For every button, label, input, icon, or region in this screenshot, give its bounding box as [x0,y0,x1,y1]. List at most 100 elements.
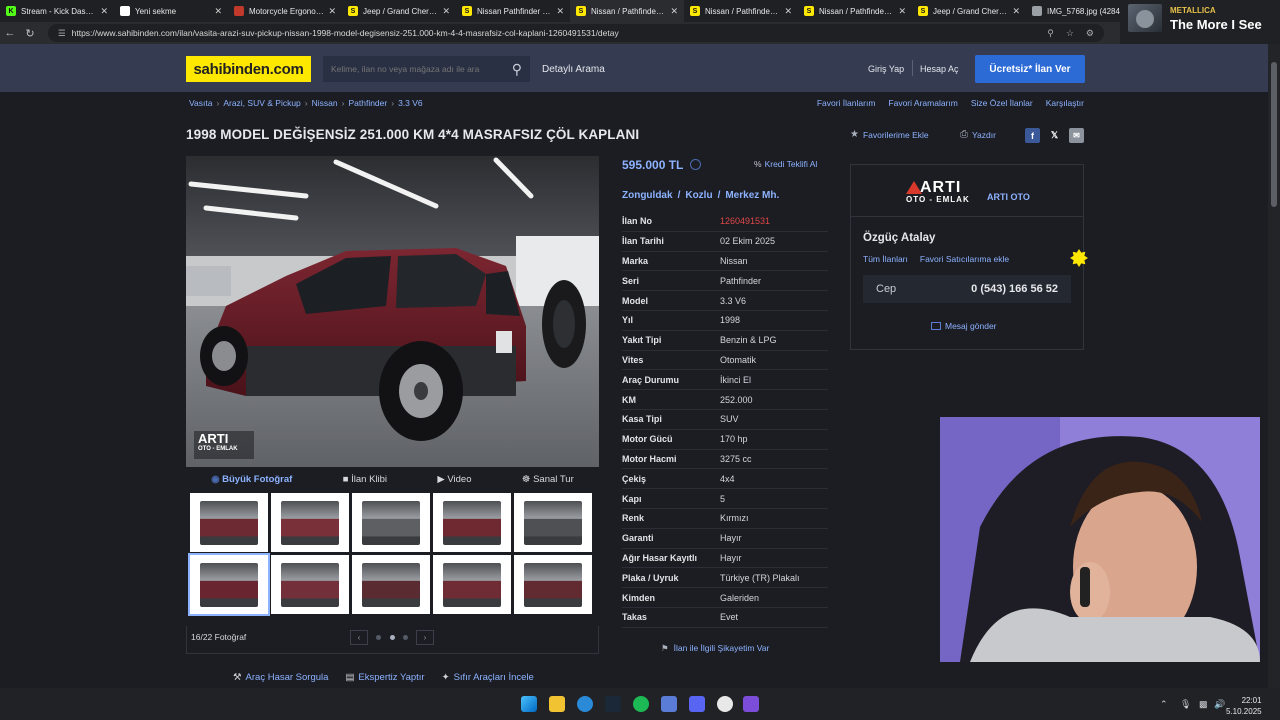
location-district[interactable]: Kozlu [685,190,712,201]
url-field[interactable]: ☰ https://www.sahibinden.com/ilan/vasita… [48,24,1104,42]
photo-thumbnail[interactable] [514,493,592,552]
tab-big-photo[interactable]: ◉ Büyük Fotoğraf [211,474,292,485]
top-link[interactable]: Karşılaştır [1046,98,1084,108]
microphone-icon[interactable]: 🎙 [1180,699,1191,710]
tab-close-icon[interactable]: ✕ [214,6,222,17]
tab-video[interactable]: ▶ Video [437,474,471,485]
site-logo[interactable]: sahibinden.com [186,56,311,82]
photo-thumbnail[interactable] [190,493,268,552]
browser-tab[interactable]: Yeni sekme ✕ [114,0,228,22]
tab-close-icon[interactable]: ✕ [328,6,336,17]
volume-icon[interactable]: 🔊 [1214,699,1225,710]
network-icon[interactable]: ▩ [1199,699,1208,710]
seller-all-listings-link[interactable]: Tüm İlanları [863,254,908,264]
add-favorite-button[interactable]: ★ Favorilerime Ekle [850,129,929,140]
tab-virtual-tour[interactable]: ☸ Sanal Tur [522,474,574,485]
edge-browser-icon[interactable] [577,696,593,712]
login-link[interactable]: Giriş Yap [868,64,904,74]
location-city[interactable]: Zonguldak [622,190,673,201]
browser-tab[interactable]: S Nissan / Pathfinder / 3. ✕ [798,0,912,22]
breadcrumb-item[interactable]: Nissan [312,98,338,108]
page-scrollbar[interactable] [1268,44,1280,688]
mail-share-icon[interactable]: ✉ [1069,128,1084,143]
tab-close-icon[interactable]: ✕ [1012,6,1020,17]
photo-thumbnail[interactable] [271,555,349,614]
location-neighborhood[interactable]: Merkez Mh. [725,190,779,201]
photo-thumbnail[interactable] [514,555,592,614]
breadcrumb-item[interactable]: Pathfinder [348,98,387,108]
browser-tab[interactable]: S Jeep / Grand Cheroke ✕ [912,0,1026,22]
system-clock[interactable]: 22:01 5.10.2025 [1226,695,1262,717]
favorite-seller-link[interactable]: Favori Satıcılarıma ekle [920,254,1009,264]
browser-tab[interactable]: K Stream - Kick Dashboa ✕ [0,0,114,22]
search-input[interactable] [331,64,501,74]
bookmark-star-icon[interactable]: ☆ [1066,28,1074,39]
main-photo[interactable]: ARTI OTO - EMLAK [186,156,599,467]
app-icon[interactable] [661,696,677,712]
facebook-share-icon[interactable]: f [1025,128,1040,143]
browser-tab[interactable]: S Nissan / Pathfinder / 3. ✕ [684,0,798,22]
phone-number[interactable]: 0 (543) 166 56 52 [971,283,1058,295]
prev-page-icon[interactable]: ‹ [350,629,368,645]
tab-close-icon[interactable]: ✕ [556,6,564,17]
search-icon[interactable]: ⚲ [512,61,522,78]
top-link[interactable]: Size Özel İlanlar [971,98,1033,108]
top-link[interactable]: Favori Aramalarım [888,98,957,108]
photo-thumbnail[interactable] [433,555,511,614]
file-explorer-icon[interactable] [549,696,565,712]
report-link[interactable]: ⚑ İlan ile İlgili Şikayetim Var [661,643,769,654]
windows-start-icon[interactable] [521,696,537,712]
print-button[interactable]: ⎙ Yazdır [960,129,996,140]
scrollbar-thumb[interactable] [1271,62,1277,207]
spotify-icon[interactable] [633,696,649,712]
detail-row: Motor Hacmi 3275 cc [622,450,828,470]
advanced-search-link[interactable]: Detaylı Arama [542,64,605,75]
discord-icon[interactable] [689,696,705,712]
photo-thumbnail[interactable] [271,493,349,552]
tray-chevron-icon[interactable]: ⌃ [1160,699,1168,710]
location: Zonguldak / Kozlu / Merkez Mh. [622,190,780,201]
tab-close-icon[interactable]: ✕ [100,6,108,17]
tab-close-icon[interactable]: ✕ [898,6,906,17]
photo-thumbnail[interactable] [352,555,430,614]
new-cars-link[interactable]: ✦ Sıfır Araçları İncele [442,672,534,683]
photo-thumbnail[interactable] [188,553,270,616]
breadcrumb-item[interactable]: 3.3 V6 [398,98,423,108]
browser-tab[interactable]: S Jeep / Grand Cheroke ✕ [342,0,456,22]
photo-thumbnail[interactable] [433,493,511,552]
store-name[interactable]: ARTI OTO [987,192,1030,202]
photo-thumbnail[interactable] [352,493,430,552]
pager-dot-active[interactable] [389,634,395,640]
browser-tab[interactable]: S Nissan Pathfinder 3.3 V✕ [456,0,570,22]
steam-icon[interactable] [605,696,621,712]
site-info-icon[interactable]: ☰ [58,28,66,39]
tab-close-icon[interactable]: ✕ [442,6,450,17]
tab-listing-clip[interactable]: ■ İlan Klibi [343,474,387,485]
register-link[interactable]: Hesap Aç [920,64,959,74]
zoom-icon[interactable]: ⚲ [1047,28,1054,39]
damage-query-link[interactable]: ⚒ Araç Hasar Sorgula [233,672,328,683]
reload-icon[interactable]: ↻ [20,27,40,40]
browser-tab[interactable]: S Nissan / Pathfinder / 3. ✕ [570,0,684,22]
price-info-icon[interactable] [690,159,701,170]
expertise-link[interactable]: ▤ Ekspertiz Yaptır [345,672,424,683]
x-share-icon[interactable]: 𝕏 [1047,128,1062,143]
pager-dot[interactable] [402,634,408,640]
tab-close-icon[interactable]: ✕ [784,6,792,17]
post-listing-button[interactable]: Ücretsiz* İlan Ver [975,55,1085,83]
credit-offer-link[interactable]: % Kredi Teklifi Al [754,159,817,169]
back-icon[interactable]: ← [0,27,20,39]
extensions-icon[interactable]: ⚙ [1086,28,1094,39]
breadcrumb-item[interactable]: Vasıta [189,98,212,108]
top-link[interactable]: Favori İlanlarım [817,98,876,108]
next-page-icon[interactable]: › [416,629,434,645]
tab-close-icon[interactable]: ✕ [670,6,678,17]
obs-icon[interactable] [743,696,759,712]
store-logo[interactable]: ARTI OTO - EMLAK [906,179,981,211]
breadcrumb-item[interactable]: Arazi, SUV & Pickup [223,98,300,108]
pager-dot[interactable] [376,634,382,640]
chrome-icon[interactable] [717,696,733,712]
browser-tab[interactable]: Motorcycle Ergonomic ✕ [228,0,342,22]
tab-title: Nissan / Pathfinder / 3. [705,6,781,16]
send-message-button[interactable]: Mesaj gönder [931,321,997,331]
